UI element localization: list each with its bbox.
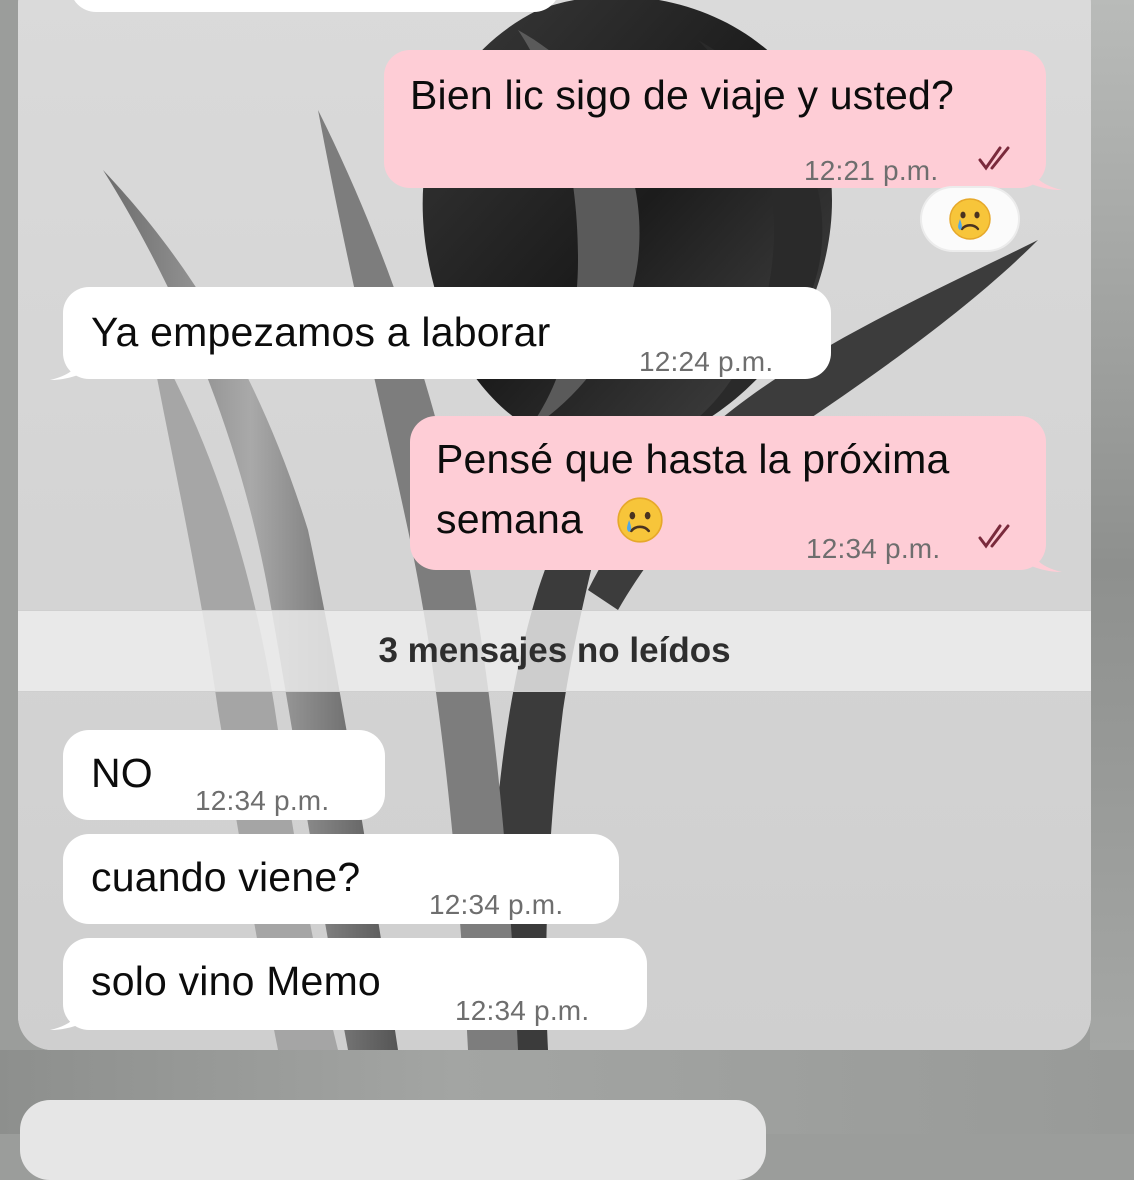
message-text: cuando viene?: [91, 854, 361, 900]
unread-messages-divider: 3 mensajes no leídos: [18, 610, 1091, 692]
crying-face-icon: [617, 497, 663, 543]
reaction-badge[interactable]: [922, 188, 1018, 250]
message-bubble-outgoing[interactable]: Bien lic sigo de viaje y usted? 12:21 p.…: [384, 50, 1046, 188]
background-edge: [1090, 0, 1134, 1134]
message-text: Bien lic sigo de viaje y usted?: [410, 72, 955, 118]
message-bubble-incoming[interactable]: cuando viene? 12:34 p.m.: [63, 834, 619, 924]
bubble-tail: [50, 350, 84, 380]
message-text: NO: [91, 750, 153, 796]
message-time: 12:34 p.m.: [455, 995, 590, 1026]
read-double-check-icon: [978, 146, 1010, 171]
read-double-check-icon: [978, 524, 1010, 549]
message-time: 12:34 p.m.: [195, 785, 330, 816]
message-time: 12:21 p.m.: [804, 155, 939, 186]
bubble-tail: [1028, 160, 1062, 190]
message-time: 12:34 p.m.: [429, 889, 564, 920]
message-bubble-incoming[interactable]: NO 12:34 p.m.: [63, 730, 385, 820]
message-bubble-incoming[interactable]: Ya empezamos a laborar 12:24 p.m.: [63, 287, 831, 379]
message-text: Ya empezamos a laborar: [91, 309, 551, 355]
bubble-tail: [50, 1000, 84, 1030]
message-bubble-partial[interactable]: [70, 0, 560, 12]
message-bubble-incoming[interactable]: solo vino Memo 12:34 p.m.: [63, 938, 647, 1030]
crying-face-icon: [949, 198, 991, 240]
bubble-tail: [1028, 542, 1062, 572]
message-text: solo vino Memo: [91, 958, 381, 1004]
unread-divider-label: 3 mensajes no leídos: [378, 631, 731, 670]
message-time: 12:24 p.m.: [639, 346, 774, 377]
message-bubble-outgoing[interactable]: Pensé que hasta la próxima semana 12:34 …: [410, 416, 1046, 570]
message-time: 12:34 p.m.: [806, 533, 941, 564]
message-text-line: Pensé que hasta la próxima: [436, 436, 950, 482]
chat-preview-card[interactable]: Bien lic sigo de viaje y usted? 12:21 p.…: [18, 0, 1091, 1050]
context-menu-card-partial[interactable]: [20, 1100, 766, 1180]
message-text-line: semana: [436, 496, 584, 542]
